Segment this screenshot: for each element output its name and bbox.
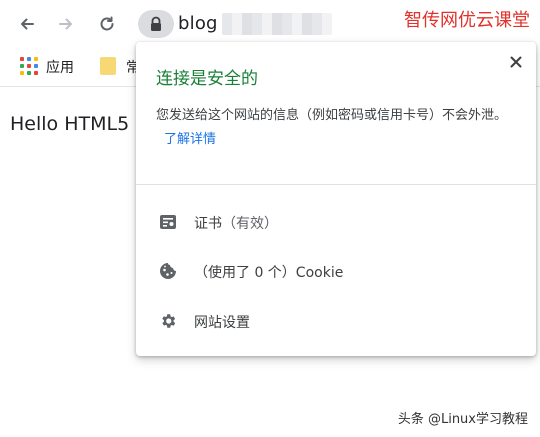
divider — [136, 184, 536, 185]
browser-toolbar: blog 智传网优云课堂 — [0, 0, 540, 48]
learn-more-link[interactable]: 了解详情 — [164, 132, 216, 147]
site-info-button[interactable] — [138, 10, 174, 38]
certificate-status: （有效） — [222, 216, 278, 232]
lock-icon — [151, 16, 161, 31]
page-content-text: Hello HTML5 — [10, 113, 130, 135]
site-settings-label: 网站设置 — [194, 315, 250, 331]
close-icon — [510, 56, 522, 68]
watermark-top: 智传网优云课堂 — [404, 10, 530, 31]
forward-button[interactable] — [52, 10, 80, 38]
arrow-left-icon — [21, 18, 34, 30]
url-redacted — [222, 13, 332, 35]
close-button[interactable] — [508, 54, 524, 70]
browser-window: blog 智传网优云课堂 应用 常 Hello HTML5 连接是安全的 您发送… — [0, 0, 540, 437]
site-info-popup: 连接是安全的 您发送给这个网站的信息（例如密码或信用卡号）不会外泄。了解详情 证… — [136, 42, 536, 356]
cookie-icon — [158, 261, 178, 281]
site-settings-row[interactable]: 网站设置 — [136, 301, 536, 341]
certificate-row[interactable]: 证书（有效） — [136, 202, 536, 242]
security-description: 您发送给这个网站的信息（例如密码或信用卡号）不会外泄。 — [156, 108, 508, 123]
certificate-text: 证书（有效） — [194, 213, 278, 233]
popup-title: 连接是安全的 — [156, 69, 258, 89]
folder-icon[interactable] — [100, 57, 116, 75]
popup-description: 您发送给这个网站的信息（例如密码或信用卡号）不会外泄。了解详情 — [156, 104, 522, 152]
back-button[interactable] — [13, 10, 41, 38]
reload-icon — [100, 16, 114, 31]
gear-icon — [158, 311, 178, 331]
reload-button[interactable] — [93, 10, 121, 38]
arrow-right-icon — [59, 18, 72, 30]
certificate-icon — [158, 212, 178, 232]
watermark-bottom: 头条 @Linux学习教程 — [397, 412, 528, 427]
apps-grid-icon[interactable] — [20, 57, 38, 75]
cookie-label: （使用了 0 个）Cookie — [194, 265, 344, 281]
bookmark-apps[interactable]: 应用 — [46, 57, 74, 77]
cookie-row[interactable]: （使用了 0 个）Cookie — [136, 251, 536, 291]
certificate-label: 证书 — [194, 216, 222, 232]
url-text[interactable]: blog — [178, 13, 218, 34]
